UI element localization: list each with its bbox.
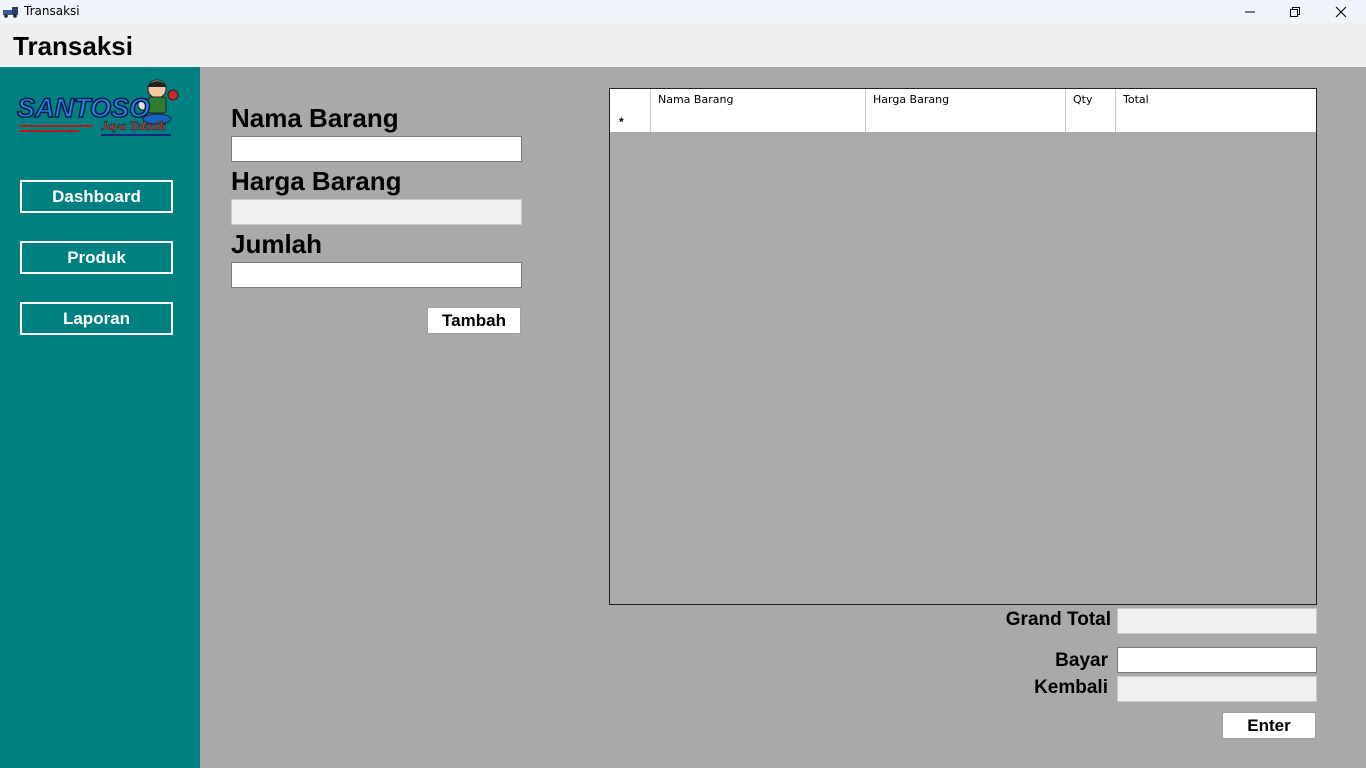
- bayar-label: Bayar: [1055, 650, 1108, 671]
- transaction-grid[interactable]: Nama Barang Harga Barang Qty Total *: [609, 88, 1317, 605]
- window-titlebar: Transaksi: [0, 0, 1366, 23]
- svg-text:Jaya Teknik: Jaya Teknik: [100, 118, 166, 133]
- harga-barang-label: Harga Barang: [231, 166, 402, 196]
- column-header-harga-barang[interactable]: Harga Barang: [866, 89, 1066, 110]
- kembali-input[interactable]: [1117, 676, 1317, 702]
- sidebar-item-dashboard[interactable]: Dashboard: [20, 180, 173, 213]
- cell-harga-barang[interactable]: [866, 110, 1066, 132]
- santoso-logo: SANTOSO Jaya Teknik: [15, 75, 187, 141]
- close-button[interactable]: [1318, 0, 1364, 23]
- table-row[interactable]: *: [610, 110, 1316, 132]
- sidebar-item-laporan[interactable]: Laporan: [20, 302, 173, 335]
- sidebar: SANTOSO Jaya Teknik Dashboard Produk Lap…: [0, 67, 200, 768]
- jumlah-label: Jumlah: [231, 229, 323, 259]
- kembali-label: Kembali: [1034, 677, 1108, 698]
- cell-total[interactable]: [1116, 110, 1316, 132]
- jumlah-input[interactable]: [231, 262, 522, 288]
- cell-nama-barang[interactable]: [651, 110, 866, 132]
- restore-button[interactable]: [1272, 0, 1318, 23]
- sidebar-item-label: Produk: [67, 247, 126, 267]
- page-header: Transaksi: [0, 23, 1366, 67]
- column-header-total[interactable]: Total: [1116, 89, 1316, 110]
- enter-button[interactable]: Enter: [1222, 712, 1316, 739]
- sidebar-item-produk[interactable]: Produk: [20, 241, 173, 274]
- grand-total-input[interactable]: [1117, 608, 1317, 634]
- cell-qty[interactable]: [1066, 110, 1116, 132]
- column-header-nama-barang[interactable]: Nama Barang: [651, 89, 866, 110]
- tambah-button[interactable]: Tambah: [427, 307, 521, 334]
- nama-barang-input[interactable]: [231, 136, 522, 162]
- app-icon: [3, 4, 19, 18]
- grid-header: Nama Barang Harga Barang Qty Total: [610, 89, 1316, 110]
- restore-icon: [1290, 6, 1300, 17]
- minimize-icon: [1245, 11, 1255, 12]
- harga-barang-input[interactable]: [231, 199, 522, 225]
- bayar-input[interactable]: [1117, 647, 1317, 673]
- minimize-button[interactable]: [1227, 0, 1273, 23]
- grand-total-label: Grand Total: [1005, 609, 1111, 630]
- sidebar-item-label: Dashboard: [52, 186, 141, 206]
- nama-barang-label: Nama Barang: [231, 103, 399, 133]
- row-header-corner: [610, 89, 651, 110]
- window-title: Transaksi: [24, 4, 80, 18]
- new-row-indicator: *: [610, 110, 651, 132]
- sidebar-item-label: Laporan: [62, 308, 131, 328]
- column-header-qty[interactable]: Qty: [1066, 89, 1116, 110]
- close-icon: [1335, 6, 1347, 17]
- page-title: Transaksi: [13, 31, 133, 61]
